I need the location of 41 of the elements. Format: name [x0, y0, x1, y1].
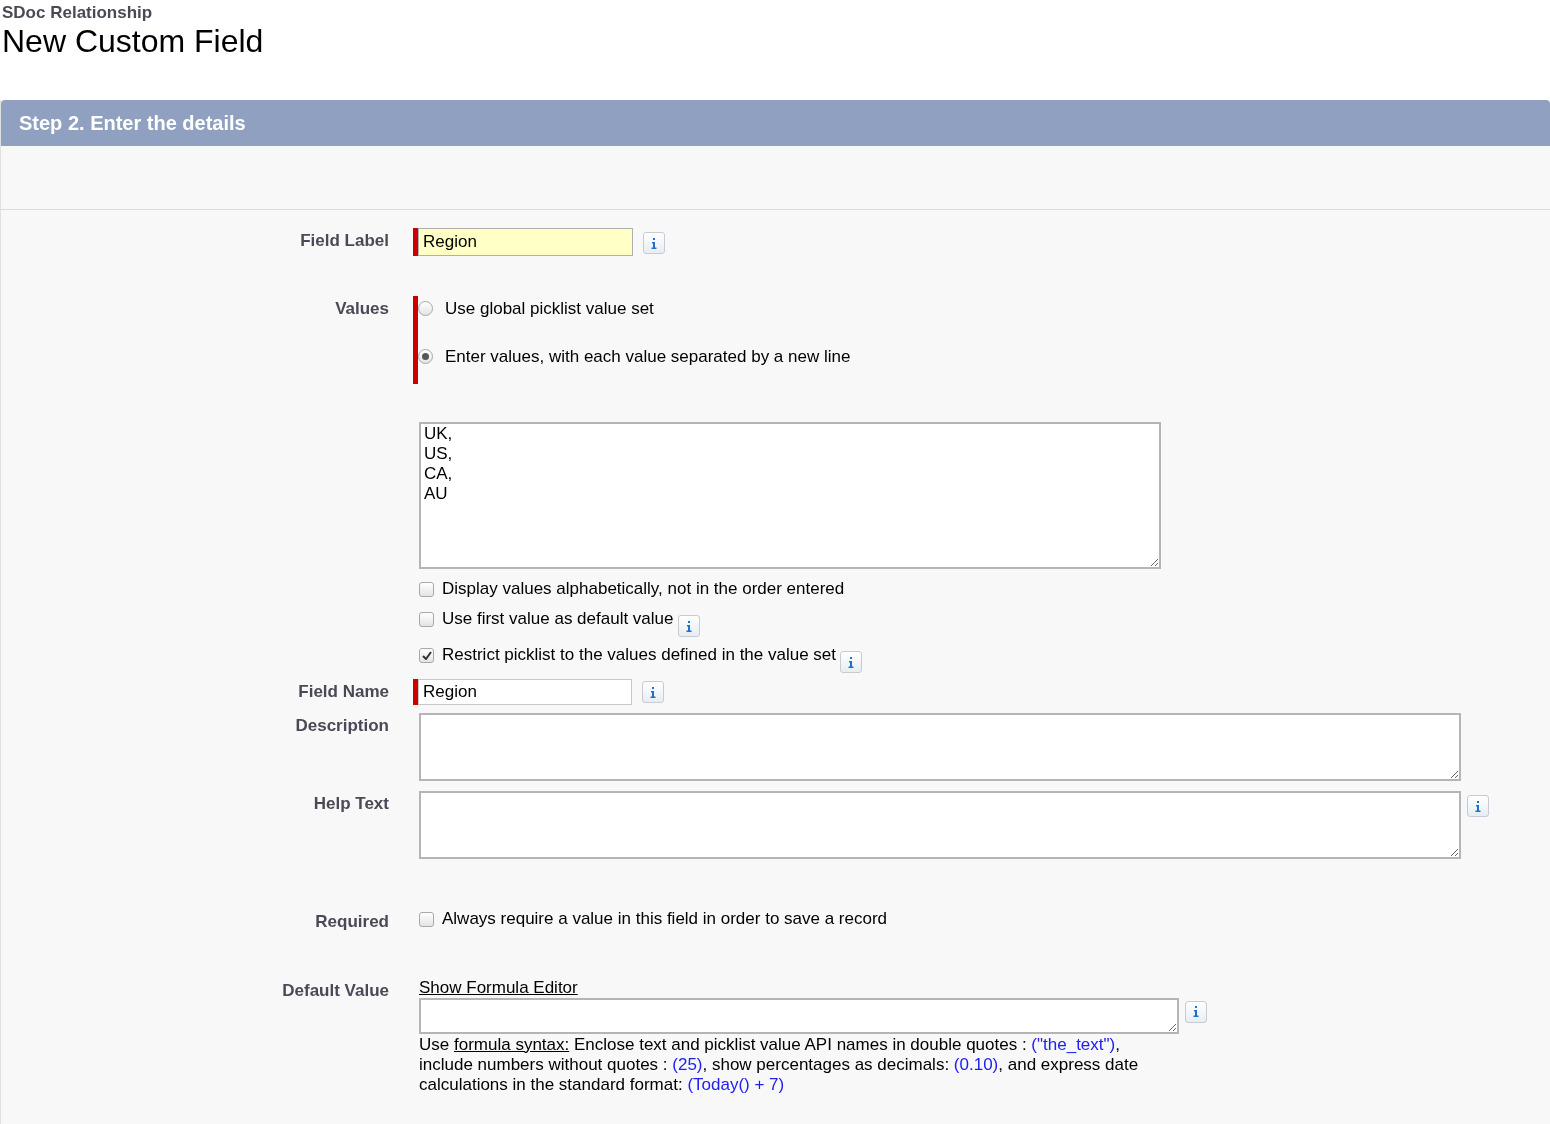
radio-button[interactable]: [418, 348, 433, 364]
info-button[interactable]: [642, 681, 664, 703]
field-label: Description: [294, 715, 389, 737]
info-icon: [1475, 800, 1481, 812]
field-label: Field Label: [299, 230, 389, 252]
page-title: New Custom Field: [2, 23, 265, 59]
info-icon: [685, 620, 692, 632]
step-title: Step 2. Enter the details: [19, 111, 246, 136]
field-label: Default Value: [281, 979, 389, 1002]
text-field[interactable]: Region: [418, 228, 633, 256]
formula-syntax-link[interactable]: formula syntax:: [453, 1034, 570, 1054]
info-icon: [1193, 1006, 1199, 1017]
option-label: Enter values, with each value separated by a new line: [445, 345, 851, 368]
checkbox-label: Restrict picklist to the values defined in the value set: [442, 645, 837, 665]
checkbox-label: Use first value as default value: [442, 609, 674, 629]
checkmark-icon: [421, 651, 432, 660]
values-textarea[interactable]: UK, US, CA, AU: [419, 422, 1161, 569]
formula-hint: Use formula syntax: Enclose text and picklist value API names in double quotes : ("the_text"), include numbers without quotes : (25), show percentages as decimals: (0.10), and express date calculations in the standard format: (Today() + 7): [419, 1034, 1140, 1095]
info-button[interactable]: [1467, 795, 1489, 817]
checkbox[interactable]: [419, 648, 434, 663]
checkbox[interactable]: [419, 612, 434, 627]
field-label: Values: [334, 298, 389, 320]
field-label: Field Name: [297, 681, 389, 703]
radio-button[interactable]: [418, 301, 433, 317]
field-label: Help Text: [312, 793, 389, 815]
object-name: SDoc Relationship: [2, 3, 154, 23]
info-icon: [651, 237, 657, 249]
info-button[interactable]: [677, 615, 700, 637]
info-icon: [650, 686, 656, 698]
info-button[interactable]: [643, 232, 665, 254]
info-button[interactable]: [840, 651, 863, 673]
checkbox[interactable]: [419, 912, 434, 927]
text-field[interactable]: Region: [418, 679, 632, 705]
checkbox-label: Always require a value in this field in order to save a record: [442, 909, 888, 929]
field-label: Required: [314, 911, 389, 933]
checkbox-label: Display values alphabetically, not in the order entered: [442, 579, 845, 599]
info-icon: [848, 656, 855, 668]
option-label: Use global picklist value set: [445, 298, 654, 320]
show-formula-editor-link[interactable]: Show Formula Editor: [419, 977, 578, 998]
info-button[interactable]: [1185, 1000, 1207, 1023]
checkbox[interactable]: [419, 582, 434, 597]
